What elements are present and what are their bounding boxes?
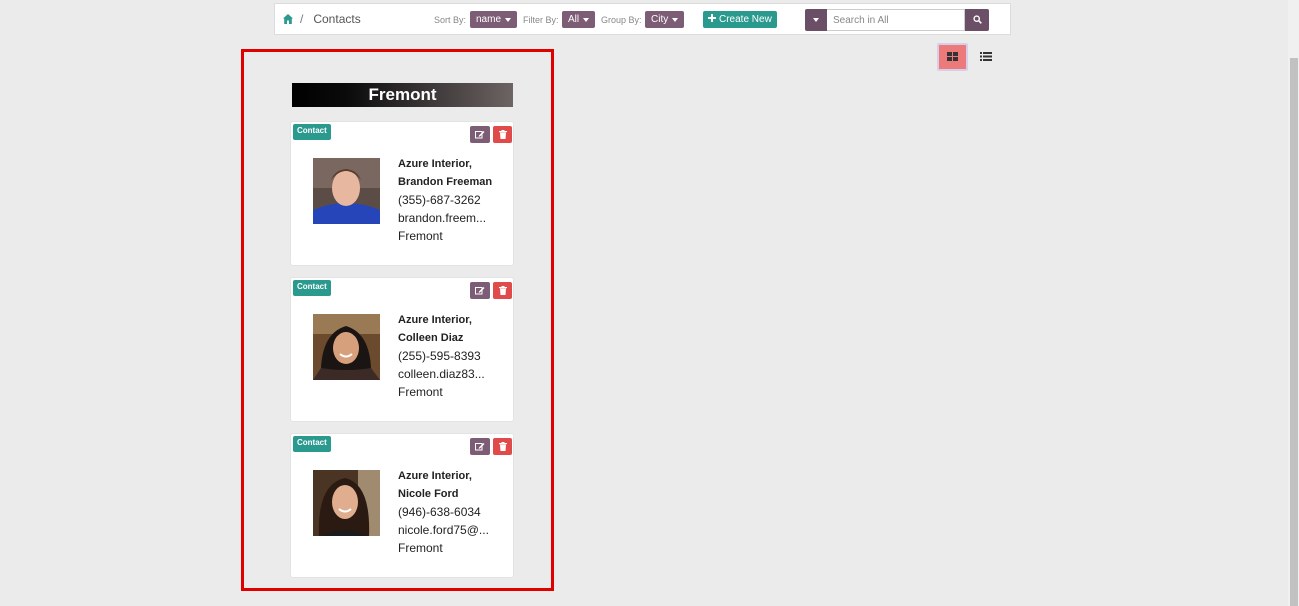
contact-photo [313,314,380,380]
list-view-button[interactable] [974,45,998,69]
filter-label: Filter By: [523,15,559,25]
group-value: City [651,14,669,25]
caret-down-icon [505,17,512,22]
contact-info: Azure Interior, Colleen Diaz (255)-595-8… [398,311,498,401]
list-icon [980,48,992,66]
group-label: Group By: [601,15,642,25]
contact-email: nicole.ford75@... [398,523,489,537]
filter-dropdown[interactable]: All [562,11,596,28]
plus-icon [708,11,716,28]
kanban-view-button[interactable] [937,43,968,71]
filter-value: All [568,14,580,25]
breadcrumb: / Contacts [282,12,361,26]
breadcrumb-current: Contacts [313,12,361,26]
contact-name: Azure Interior, Colleen Diaz [398,314,472,344]
sort-value: name [476,14,502,25]
contact-photo [313,158,380,224]
search-icon [972,11,982,29]
control-panel: / Contacts Sort By: name Filter By: All … [274,3,1011,35]
group-dropdown[interactable]: City [645,11,685,28]
create-new-label: Create New [719,14,772,25]
contact-photo [313,470,380,536]
contact-card[interactable]: Contact Azure Interior, Colleen Diaz (25… [290,277,514,422]
caret-down-icon [672,17,679,22]
contact-badge: Contact [293,436,331,452]
contact-card[interactable]: Contact Azure Interior, Brandon Freeman … [290,121,514,266]
search-button[interactable] [965,9,989,31]
contact-phone: (255)-595-8393 [398,349,481,363]
contact-card[interactable]: Contact Azure Interior, Nicole Ford (946… [290,433,514,578]
contact-name: Azure Interior, Brandon Freeman [398,158,493,188]
contact-city: Fremont [398,385,443,399]
trash-icon [498,126,507,144]
caret-down-icon [583,17,590,22]
contact-info: Azure Interior, Nicole Ford (946)-638-60… [398,467,498,557]
scrollbar-thumb[interactable] [1290,58,1298,606]
edit-button[interactable] [470,282,490,299]
contact-email: brandon.freem... [398,211,487,225]
caret-down-icon [813,18,819,22]
edit-icon [475,438,485,456]
home-icon[interactable] [282,13,294,25]
contact-city: Fremont [398,229,443,243]
sort-dropdown[interactable]: name [470,11,518,28]
delete-button[interactable] [493,438,512,455]
contact-email: colleen.diaz83... [398,367,485,381]
contact-badge: Contact [293,124,331,140]
contact-phone: (355)-687-3262 [398,193,481,207]
edit-icon [475,126,485,144]
contact-name: Azure Interior, Nicole Ford [398,470,472,500]
contact-city: Fremont [398,541,443,555]
search-input[interactable] [827,9,965,31]
contact-info: Azure Interior, Brandon Freeman (355)-68… [398,155,498,245]
edit-button[interactable] [470,438,490,455]
trash-icon [498,438,507,456]
delete-button[interactable] [493,282,512,299]
create-new-button[interactable]: Create New [703,11,777,28]
grid-icon [947,48,958,66]
edit-icon [475,282,485,300]
breadcrumb-separator: / [300,12,304,26]
sort-label: Sort By: [434,15,467,25]
delete-button[interactable] [493,126,512,143]
kanban-group-header: Fremont [292,83,513,107]
trash-icon [498,282,507,300]
edit-button[interactable] [470,126,490,143]
contact-badge: Contact [293,280,331,296]
search-scope-dropdown[interactable] [805,9,827,31]
page-scrollbar[interactable] [1288,0,1299,606]
contact-phone: (946)-638-6034 [398,505,481,519]
